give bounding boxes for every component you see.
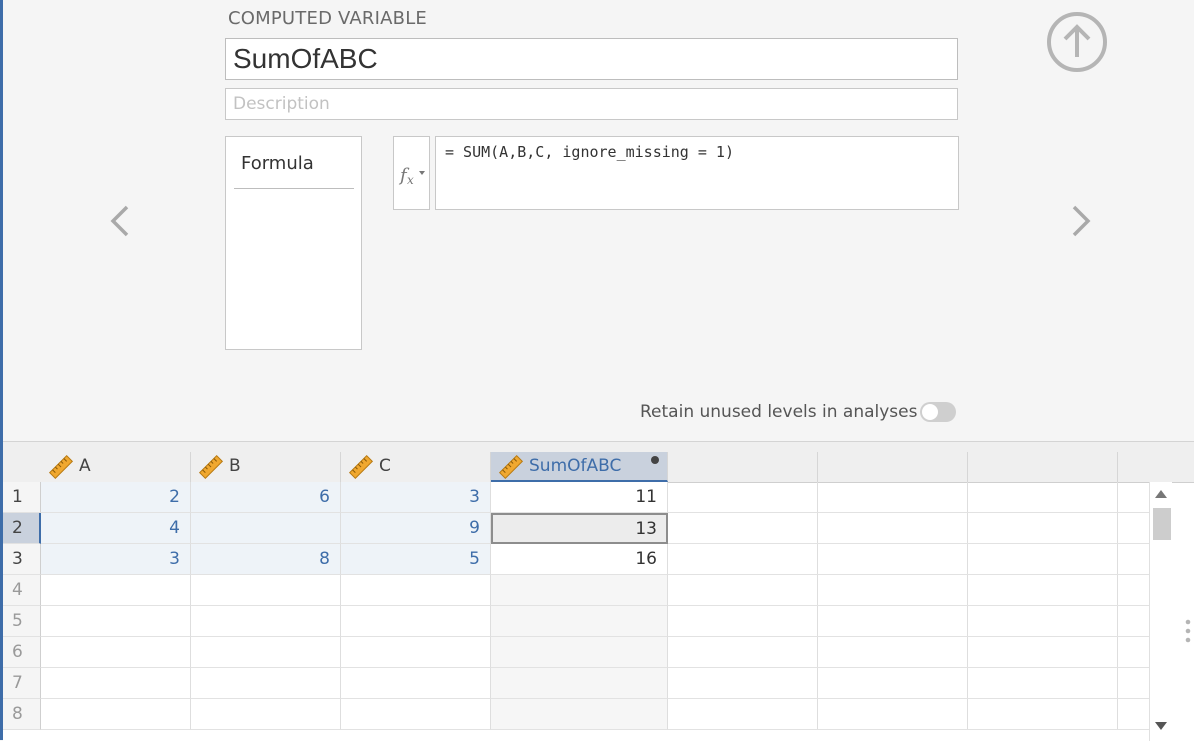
ruler-icon [348, 454, 374, 480]
table-cell[interactable] [341, 606, 491, 637]
computed-indicator-dot [651, 456, 659, 464]
vertical-scrollbar[interactable] [1149, 482, 1172, 741]
table-cell[interactable] [191, 513, 341, 544]
collapse-setup-button[interactable] [1046, 11, 1108, 77]
table-cell[interactable] [191, 575, 341, 606]
formula-tab-panel: Formula [225, 136, 362, 350]
variable-name-input[interactable]: SumOfABC [225, 38, 958, 80]
column-label: A [79, 456, 91, 476]
column-header-c[interactable]: C [341, 452, 491, 482]
table-cell[interactable] [491, 606, 668, 637]
column-header-empty[interactable] [968, 452, 1118, 482]
table-cell[interactable]: 2 [41, 482, 191, 513]
formula-tab-label[interactable]: Formula [241, 153, 314, 174]
table-cell[interactable] [341, 575, 491, 606]
table-cell[interactable] [191, 668, 341, 699]
row-number[interactable]: 7 [3, 668, 41, 699]
svg-text:x: x [407, 173, 414, 187]
table-cell[interactable] [191, 699, 341, 730]
scroll-down-icon[interactable] [1155, 722, 1167, 730]
column-header-empty[interactable] [818, 452, 968, 482]
table-cell[interactable]: 8 [191, 544, 341, 575]
table-cell[interactable] [41, 637, 191, 668]
column-label: B [229, 456, 241, 476]
table-cell[interactable] [341, 668, 491, 699]
table-cell[interactable] [41, 575, 191, 606]
column-label: C [379, 456, 391, 476]
row-number[interactable]: 6 [3, 637, 41, 668]
table-cell[interactable] [341, 637, 491, 668]
table-cell[interactable] [491, 699, 668, 730]
ruler-icon [48, 454, 74, 480]
table-cell[interactable] [41, 668, 191, 699]
scroll-up-icon[interactable] [1155, 490, 1167, 498]
function-icon: f x [398, 165, 425, 187]
retain-levels-label: Retain unused levels in analyses [640, 402, 918, 422]
table-cell[interactable]: 5 [341, 544, 491, 575]
scrollbar-thumb[interactable] [1153, 508, 1171, 540]
table-cell-selected[interactable]: 13 [491, 513, 668, 544]
row-number-selected[interactable]: 2 [3, 513, 41, 544]
table-cell[interactable]: 3 [41, 544, 191, 575]
table-cell[interactable] [491, 637, 668, 668]
table-cell[interactable]: 4 [41, 513, 191, 544]
column-header-empty[interactable] [668, 452, 818, 482]
column-header-sumofabc[interactable]: SumOfABC [491, 452, 668, 482]
data-grid: A B C SumOfABC 1 2 3 4 5 6 7 8 2 6 3 11 … [3, 441, 1194, 741]
arrow-up-circle-icon [1047, 12, 1107, 72]
table-cell[interactable] [41, 699, 191, 730]
row-number[interactable]: 3 [3, 544, 41, 575]
chevron-right-icon [1072, 205, 1091, 237]
row-number[interactable]: 1 [3, 482, 41, 513]
next-variable-button[interactable] [1069, 204, 1093, 242]
previous-variable-button[interactable] [108, 204, 132, 242]
panel-resize-grip-icon[interactable] [1183, 618, 1193, 644]
table-cell[interactable] [191, 637, 341, 668]
grid-row-lines [668, 512, 1149, 730]
table-cell[interactable] [491, 668, 668, 699]
row-number[interactable]: 4 [3, 575, 41, 606]
function-button[interactable]: f x [393, 136, 430, 210]
setup-heading: COMPUTED VARIABLE [228, 8, 428, 29]
table-cell[interactable]: 6 [191, 482, 341, 513]
toggle-knob [922, 404, 938, 420]
ruler-icon [498, 454, 524, 480]
description-input[interactable]: Description [225, 88, 958, 120]
table-cell[interactable]: 3 [341, 482, 491, 513]
formula-input[interactable]: = SUM(A,B,C, ignore_missing = 1) [435, 136, 959, 210]
table-cell[interactable]: 11 [491, 482, 668, 513]
column-label: SumOfABC [529, 456, 622, 476]
table-cell[interactable] [491, 575, 668, 606]
table-cell[interactable]: 16 [491, 544, 668, 575]
column-header-b[interactable]: B [191, 452, 341, 482]
retain-levels-toggle[interactable] [920, 402, 956, 422]
row-number[interactable]: 8 [3, 699, 41, 730]
table-cell[interactable]: 9 [341, 513, 491, 544]
row-number[interactable]: 5 [3, 606, 41, 637]
column-header-row: A B C SumOfABC [3, 442, 1194, 483]
table-cell[interactable] [191, 606, 341, 637]
table-cell[interactable] [341, 699, 491, 730]
chevron-left-icon [110, 205, 129, 237]
table-cell[interactable] [41, 606, 191, 637]
formula-tab-divider [234, 188, 354, 189]
column-header-a[interactable]: A [41, 452, 191, 482]
ruler-icon [198, 454, 224, 480]
